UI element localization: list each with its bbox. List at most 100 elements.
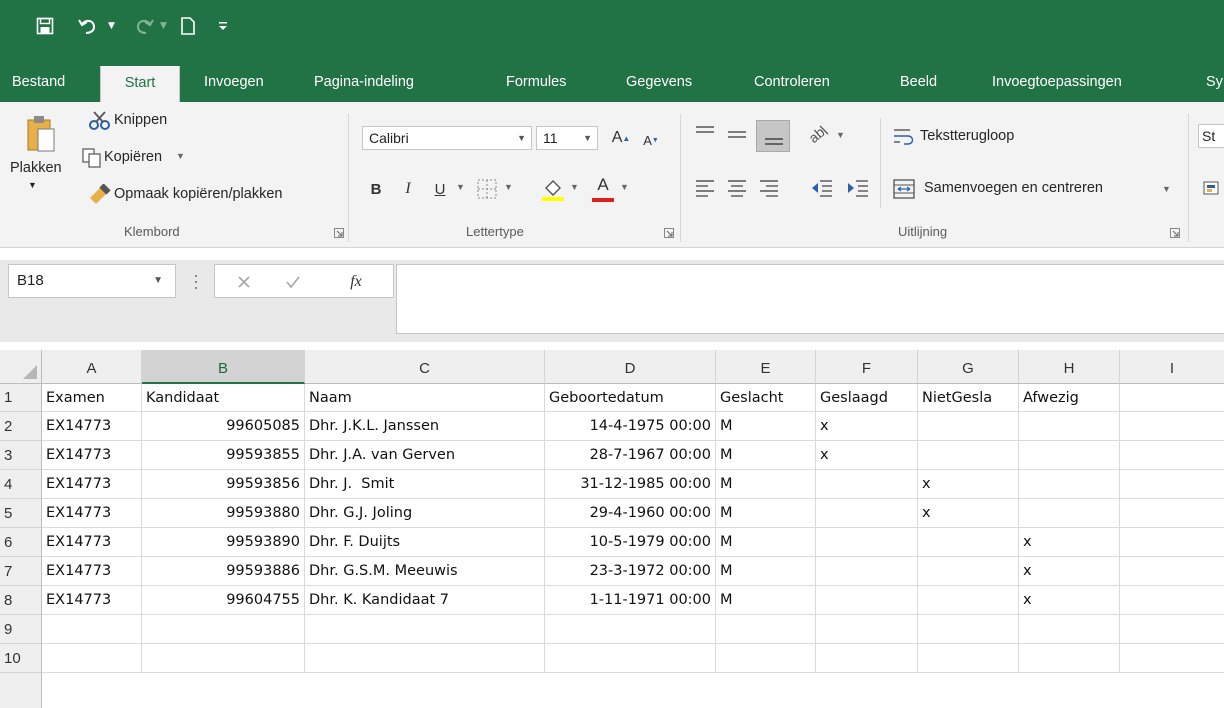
clipboard-launcher-icon[interactable] (334, 228, 344, 238)
cell[interactable] (1120, 528, 1224, 557)
row-header-partial[interactable] (0, 673, 42, 708)
font-size-dropdown-icon[interactable]: ▼ (583, 127, 592, 149)
tab-partial[interactable]: Sy (1206, 62, 1223, 102)
cell[interactable] (918, 412, 1019, 441)
cell[interactable] (1120, 412, 1224, 441)
redo-icon[interactable] (134, 14, 154, 38)
cell[interactable]: x (1019, 557, 1120, 586)
align-center-icon[interactable] (726, 178, 748, 198)
cut-button[interactable]: Knippen (114, 112, 167, 128)
column-header-f[interactable]: F (816, 350, 918, 384)
new-file-icon[interactable] (181, 14, 195, 38)
fill-color-icon[interactable] (540, 176, 566, 202)
align-bottom-button[interactable] (756, 120, 790, 152)
cell[interactable]: M (716, 557, 816, 586)
cell[interactable]: Geslacht (716, 384, 816, 412)
cell[interactable] (1120, 384, 1224, 412)
cell[interactable] (1019, 644, 1120, 673)
cell[interactable]: 28-7-1967 00:00 (545, 441, 716, 470)
cell[interactable]: M (716, 528, 816, 557)
tab-bestand[interactable]: Bestand (12, 62, 65, 102)
cell[interactable]: Kandidaat (142, 384, 305, 412)
cell[interactable] (42, 615, 142, 644)
cell[interactable] (1120, 644, 1224, 673)
select-all-corner[interactable] (0, 350, 42, 384)
undo-icon[interactable] (78, 14, 98, 38)
cancel-icon[interactable] (237, 275, 251, 289)
cell[interactable] (816, 644, 918, 673)
cell[interactable] (716, 615, 816, 644)
cell[interactable]: M (716, 470, 816, 499)
wrap-text-button[interactable]: Tekstterugloop (920, 128, 1014, 144)
tab-controleren[interactable]: Controleren (754, 62, 830, 102)
cell[interactable]: x (1019, 528, 1120, 557)
cell[interactable]: Geboortedatum (545, 384, 716, 412)
cell[interactable]: Afwezig (1019, 384, 1120, 412)
row-header[interactable]: 4 (0, 470, 42, 499)
cell[interactable]: EX14773 (42, 557, 142, 586)
row-header[interactable]: 7 (0, 557, 42, 586)
borders-icon[interactable] (476, 178, 498, 200)
column-header-h[interactable]: H (1019, 350, 1120, 384)
cell[interactable] (918, 557, 1019, 586)
name-box-dropdown-icon[interactable]: ▼ (153, 265, 163, 297)
underline-button[interactable]: U (430, 178, 450, 200)
cell[interactable] (918, 441, 1019, 470)
cell[interactable] (305, 615, 545, 644)
cell[interactable] (1019, 470, 1120, 499)
cell[interactable]: 10-5-1979 00:00 (545, 528, 716, 557)
cell[interactable]: x (816, 441, 918, 470)
row-header[interactable]: 6 (0, 528, 42, 557)
row-header[interactable]: 8 (0, 586, 42, 615)
row-header[interactable]: 3 (0, 441, 42, 470)
cell[interactable]: EX14773 (42, 528, 142, 557)
cell[interactable]: Dhr. J.A. van Gerven (305, 441, 545, 470)
cell[interactable] (816, 470, 918, 499)
cell[interactable]: 99593880 (142, 499, 305, 528)
paste-dropdown-icon[interactable]: ▼ (28, 180, 37, 190)
grow-font-icon[interactable]: A ▲ (610, 126, 632, 150)
cell[interactable]: Dhr. G.S.M. Meeuwis (305, 557, 545, 586)
cell[interactable]: EX14773 (42, 470, 142, 499)
font-name-combo[interactable]: Calibri ▼ (362, 126, 532, 150)
cell[interactable] (816, 499, 918, 528)
cell[interactable] (1019, 441, 1120, 470)
styles-combo-partial[interactable]: St (1198, 124, 1224, 148)
cell[interactable]: Examen (42, 384, 142, 412)
shrink-font-icon[interactable]: A ▼ (640, 130, 662, 150)
bold-button[interactable]: B (366, 178, 386, 200)
cell[interactable]: EX14773 (42, 586, 142, 615)
cell[interactable]: x (918, 470, 1019, 499)
row-header[interactable]: 9 (0, 615, 42, 644)
cell[interactable]: Geslaagd (816, 384, 918, 412)
cell[interactable]: 99593886 (142, 557, 305, 586)
cell[interactable] (1120, 470, 1224, 499)
cell[interactable]: 99593855 (142, 441, 305, 470)
cell[interactable] (1120, 586, 1224, 615)
formula-bar-grip-icon[interactable] (194, 274, 198, 290)
tab-invoegtoepassingen[interactable]: Invoegtoepassingen (992, 62, 1122, 102)
cell[interactable]: Dhr. G.J. Joling (305, 499, 545, 528)
cell[interactable]: Dhr. K. Kandidaat 7 (305, 586, 545, 615)
cell[interactable]: x (1019, 586, 1120, 615)
cell[interactable]: 99593856 (142, 470, 305, 499)
cell[interactable] (545, 644, 716, 673)
tab-pagina-indeling[interactable]: Pagina-indeling (314, 62, 414, 102)
cell[interactable]: EX14773 (42, 499, 142, 528)
underline-dropdown-icon[interactable]: ▼ (456, 182, 465, 192)
cell[interactable]: Naam (305, 384, 545, 412)
tab-start[interactable]: Start (100, 66, 180, 102)
copy-button[interactable]: Kopiëren (104, 149, 162, 165)
column-header-g[interactable]: G (918, 350, 1019, 384)
cell[interactable]: M (716, 441, 816, 470)
cell[interactable]: NietGesla (918, 384, 1019, 412)
conditional-format-icon[interactable] (1202, 178, 1224, 200)
customize-qat-icon[interactable] (218, 14, 228, 38)
cell[interactable] (42, 644, 142, 673)
insert-function-icon[interactable]: fx (345, 271, 367, 293)
font-color-icon[interactable]: A (592, 174, 614, 196)
format-painter-button[interactable]: Opmaak kopiëren/plakken (114, 186, 282, 202)
merge-center-button[interactable]: Samenvoegen en centreren (924, 180, 1103, 196)
column-header-e[interactable]: E (716, 350, 816, 384)
cell[interactable]: EX14773 (42, 412, 142, 441)
